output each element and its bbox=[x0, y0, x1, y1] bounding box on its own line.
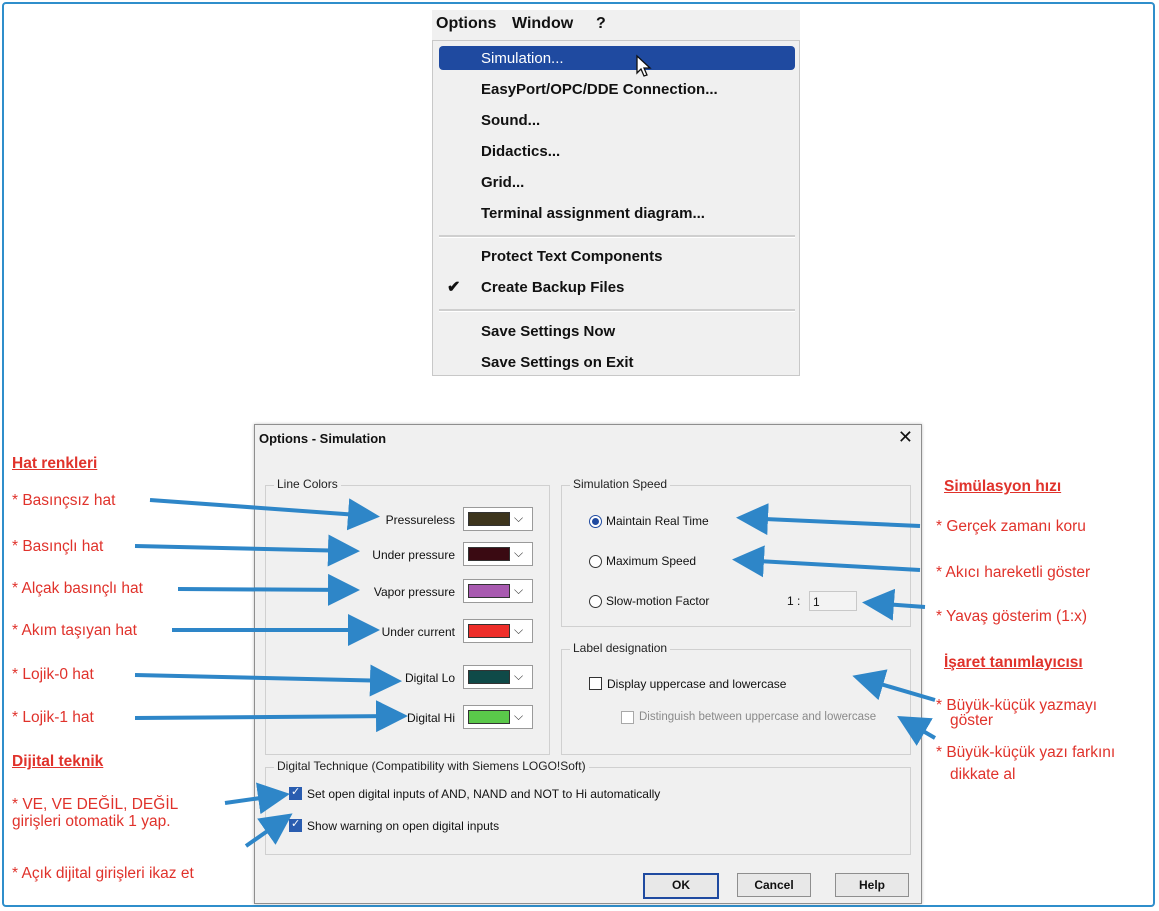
annotation-under-pressure: * Basınçlı hat bbox=[12, 538, 104, 555]
arrow-digital-hi bbox=[134, 700, 408, 733]
arrow-vapor-pressure bbox=[177, 573, 360, 606]
annotation-warning: * Açık dijital girişleri ikaz et bbox=[12, 865, 194, 882]
annotation-distinguish-line2: dikkate al bbox=[950, 766, 1016, 783]
annotation-display-case-line2: göster bbox=[950, 712, 994, 729]
arrow-max-speed bbox=[732, 545, 921, 578]
arrow-real-time bbox=[736, 503, 921, 536]
arrow-slow-motion bbox=[862, 588, 926, 621]
annotation-max-speed: * Akıcı hareketli göster bbox=[936, 564, 1091, 581]
arrow-under-pressure bbox=[134, 534, 360, 567]
arrow-open-inputs bbox=[224, 782, 290, 815]
annotation-distinguish-line1: * Büyük-küçük yazı farkını bbox=[936, 744, 1116, 761]
annotation-slow-motion: * Yavaş gösterim (1:x) bbox=[936, 608, 1088, 625]
annotation-digital-lo: * Lojik-0 hat bbox=[12, 666, 94, 683]
annotation-open-inputs-line2: girişleri otomatik 1 yap. bbox=[12, 813, 171, 830]
arrow-distinguish bbox=[897, 715, 937, 746]
annotation-heading-digital: Dijital teknik bbox=[12, 753, 104, 770]
annotation-under-current: * Akım taşıyan hat bbox=[12, 622, 137, 639]
annotation-heading-label: İşaret tanımlayıcısı bbox=[944, 654, 1083, 671]
arrow-digital-lo bbox=[134, 664, 402, 697]
annotation-real-time: * Gerçek zamanı koru bbox=[936, 518, 1086, 535]
annotation-heading-speed: Simülasyon hızı bbox=[944, 478, 1062, 495]
annotation-vapor-pressure: * Alçak basınçlı hat bbox=[12, 580, 143, 597]
annotation-heading-line-colors: Hat renkleri bbox=[12, 455, 98, 472]
arrow-warning bbox=[244, 813, 293, 848]
arrow-pressureless bbox=[149, 498, 380, 531]
arrow-display-case bbox=[852, 669, 936, 702]
annotation-digital-hi: * Lojik-1 hat bbox=[12, 709, 94, 726]
annotation-pressureless: * Basınçsız hat bbox=[12, 492, 116, 509]
